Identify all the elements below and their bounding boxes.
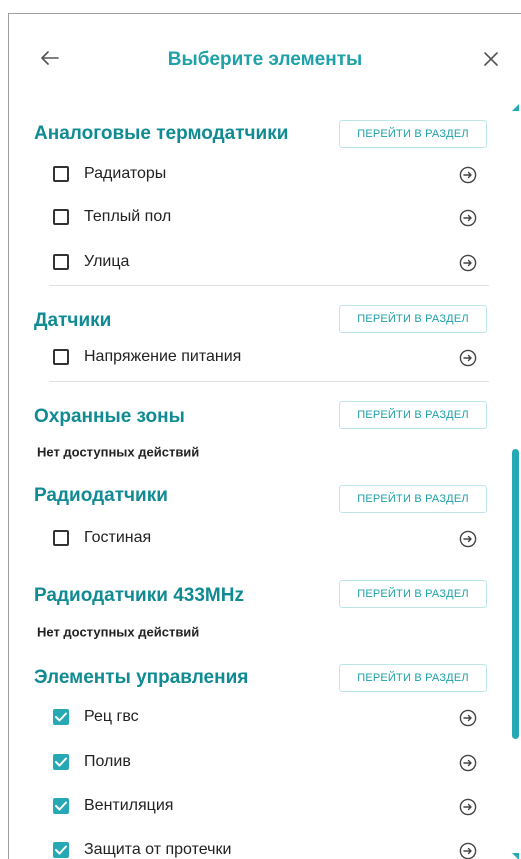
- go-to-item-button[interactable]: [458, 708, 478, 728]
- scroll-up-arrow-icon[interactable]: [512, 104, 520, 112]
- checkmark-icon: [55, 712, 67, 722]
- go-to-item-button[interactable]: [458, 208, 478, 228]
- section-divider: [49, 285, 489, 286]
- item-label: Напряжение питания: [84, 348, 242, 365]
- checkbox-checked[interactable]: [53, 842, 69, 858]
- goto-section-button[interactable]: ПЕРЕЙТИ В РАЗДЕЛ: [339, 120, 487, 148]
- item-label: Улица: [84, 253, 130, 270]
- checkbox-unchecked[interactable]: [53, 349, 69, 365]
- list-item[interactable]: Защита от протечки: [53, 837, 493, 859]
- arrow-circle-right-icon: [459, 842, 477, 859]
- checkmark-icon: [55, 801, 67, 811]
- scrollbar[interactable]: [510, 104, 521, 859]
- checkmark-icon: [55, 757, 67, 767]
- select-elements-dialog: Выберите элементы Аналоговые термодатчик…: [8, 13, 521, 859]
- checkbox-checked[interactable]: [53, 798, 69, 814]
- section-title: Датчики: [34, 310, 112, 331]
- goto-section-button[interactable]: ПЕРЕЙТИ В РАЗДЕЛ: [339, 305, 487, 333]
- checkbox-unchecked[interactable]: [53, 166, 69, 182]
- go-to-item-button[interactable]: [458, 165, 478, 185]
- list-item[interactable]: Гостиная: [53, 525, 493, 553]
- item-label: Теплый пол: [84, 208, 172, 225]
- section-title: Аналоговые термодатчики: [34, 123, 289, 144]
- empty-actions-note: Нет доступных действий: [37, 444, 200, 460]
- checkbox-unchecked[interactable]: [53, 530, 69, 546]
- scroll-down-arrow-icon[interactable]: [512, 852, 520, 859]
- section-title: Охранные зоны: [34, 406, 185, 427]
- arrow-circle-right-icon: [459, 166, 477, 184]
- arrow-circle-right-icon: [459, 530, 477, 548]
- goto-section-button[interactable]: ПЕРЕЙТИ В РАЗДЕЛ: [339, 580, 487, 608]
- item-label: Радиаторы: [84, 165, 167, 182]
- item-label: Вентиляция: [84, 797, 174, 814]
- list-item[interactable]: Улица: [53, 249, 493, 277]
- section-title: Радиодатчики: [34, 485, 168, 506]
- goto-section-button[interactable]: ПЕРЕЙТИ В РАЗДЕЛ: [339, 401, 487, 429]
- goto-section-button[interactable]: ПЕРЕЙТИ В РАЗДЕЛ: [339, 664, 487, 692]
- checkbox-checked[interactable]: [53, 754, 69, 770]
- go-to-item-button[interactable]: [458, 253, 478, 273]
- go-to-item-button[interactable]: [458, 797, 478, 817]
- go-to-item-button[interactable]: [458, 529, 478, 549]
- checkbox-unchecked[interactable]: [53, 254, 69, 270]
- item-label: Рец гвс: [84, 708, 139, 725]
- scrollbar-thumb[interactable]: [512, 449, 519, 739]
- arrow-circle-right-icon: [459, 349, 477, 367]
- section-title: Элементы управления: [34, 667, 249, 688]
- go-to-item-button[interactable]: [458, 753, 478, 773]
- goto-section-button[interactable]: ПЕРЕЙТИ В РАЗДЕЛ: [339, 485, 487, 513]
- item-label: Гостиная: [84, 529, 152, 546]
- arrow-circle-right-icon: [459, 254, 477, 272]
- list-item[interactable]: Напряжение питания: [53, 344, 493, 372]
- item-label: Защита от протечки: [84, 841, 232, 858]
- list-item[interactable]: Полив: [53, 749, 493, 777]
- section-title: Радиодатчики 433MHz: [34, 585, 244, 606]
- arrow-circle-right-icon: [459, 798, 477, 816]
- checkbox-checked[interactable]: [53, 709, 69, 725]
- arrow-circle-right-icon: [459, 209, 477, 227]
- go-to-item-button[interactable]: [458, 348, 478, 368]
- arrow-circle-right-icon: [459, 709, 477, 727]
- arrow-circle-right-icon: [459, 754, 477, 772]
- list-item[interactable]: Радиаторы: [53, 161, 493, 189]
- go-to-item-button[interactable]: [458, 841, 478, 859]
- list-item[interactable]: Теплый пол: [53, 204, 493, 232]
- checkmark-icon: [55, 845, 67, 855]
- empty-actions-note: Нет доступных действий: [37, 624, 200, 640]
- checkbox-unchecked[interactable]: [53, 209, 69, 225]
- list-item[interactable]: Рец гвс: [53, 704, 493, 732]
- item-label: Полив: [84, 753, 131, 770]
- sections-list: Аналоговые термодатчики ПЕРЕЙТИ В РАЗДЕЛ Р…: [9, 14, 521, 859]
- section-divider: [49, 381, 489, 382]
- list-item[interactable]: Вентиляция: [53, 793, 493, 821]
